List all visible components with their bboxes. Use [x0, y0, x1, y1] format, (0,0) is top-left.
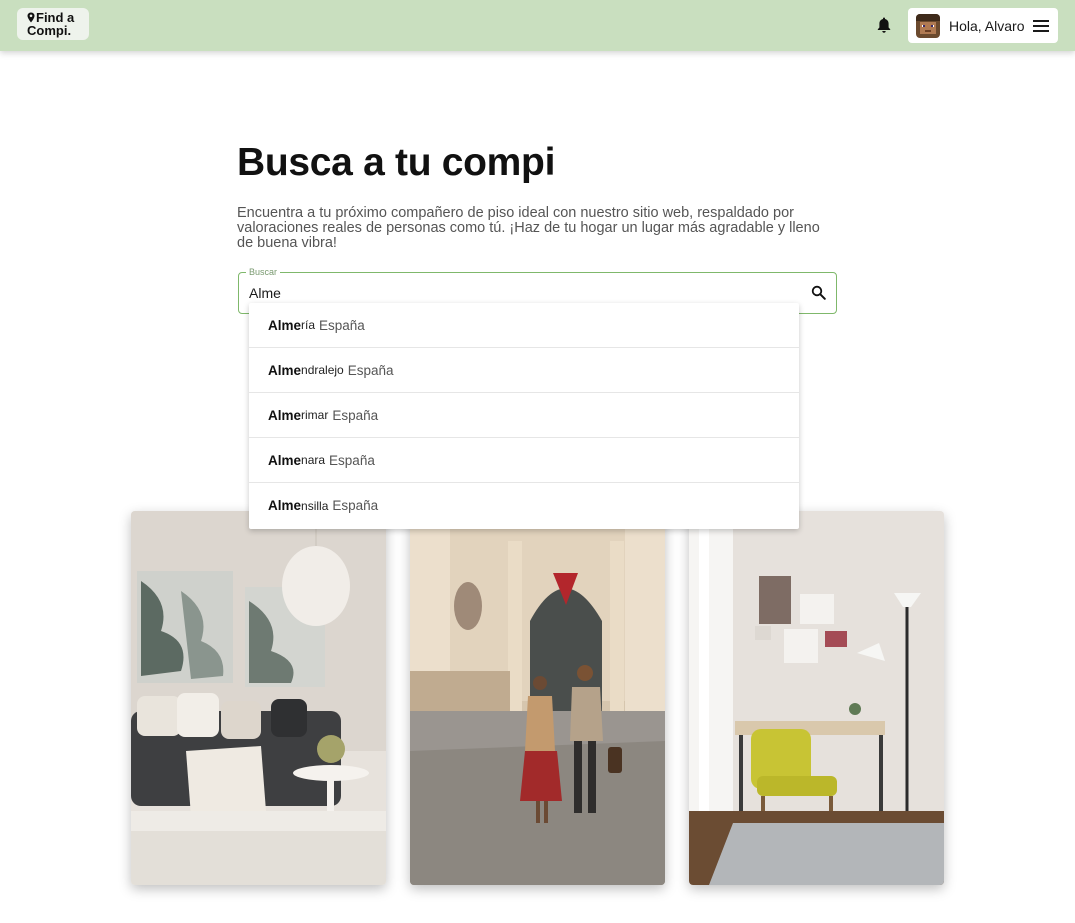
user-menu-button[interactable]: Hola, Alvaro	[908, 8, 1058, 43]
suggestion-country: España	[347, 362, 394, 378]
suggestion-rest: rimar	[301, 408, 329, 422]
couple-walking-street-photo	[410, 511, 665, 885]
avatar	[916, 13, 940, 38]
suggestion-rest: nsilla	[301, 498, 329, 513]
suggestion-match: Alme	[268, 452, 302, 468]
suggestion-item[interactable]: Alme ndralejo España	[249, 348, 799, 393]
living-room-photo	[131, 511, 386, 885]
suggestion-match: Alme	[268, 498, 302, 513]
suggestion-item[interactable]: Alme nsilla España	[249, 483, 799, 528]
search-label: Buscar	[246, 267, 281, 277]
suggestion-country: España	[332, 498, 379, 513]
bell-icon[interactable]	[876, 16, 892, 34]
suggestion-match: Alme	[268, 407, 302, 423]
suggestion-rest: ndralejo	[301, 363, 344, 377]
logo-text-line2: Compi.	[27, 23, 72, 38]
top-bar: Find a Compi. Hola, Alvaro	[0, 0, 1075, 51]
suggestion-rest: nara	[301, 453, 326, 467]
suggestion-item[interactable]: Alme rimar España	[249, 393, 799, 438]
suggestion-country: España	[332, 407, 379, 423]
suggestion-country: España	[319, 317, 365, 333]
suggestion-rest: ría	[301, 318, 316, 332]
desk-chair-room-photo	[689, 511, 944, 885]
search-input[interactable]	[249, 284, 789, 302]
suggestion-match: Alme	[268, 317, 302, 333]
page-subtitle: Encuentra a tu próximo compañero de piso…	[237, 205, 820, 251]
map-pin-icon	[27, 12, 35, 23]
logo[interactable]: Find a Compi.	[17, 8, 89, 40]
user-greeting: Hola, Alvaro	[949, 17, 1025, 34]
page-title: Busca a tu compi	[237, 141, 556, 184]
suggestion-match: Alme	[268, 362, 302, 378]
search-icon[interactable]	[811, 285, 826, 300]
search-suggestions: Alme ría España Alme ndralejo España Alme rim…	[249, 303, 799, 529]
hamburger-menu-icon[interactable]	[1033, 19, 1049, 32]
suggestion-item[interactable]: Alme nara España	[249, 438, 799, 483]
suggestion-country: España	[329, 452, 375, 468]
suggestion-item[interactable]: Alme ría España	[249, 303, 799, 348]
